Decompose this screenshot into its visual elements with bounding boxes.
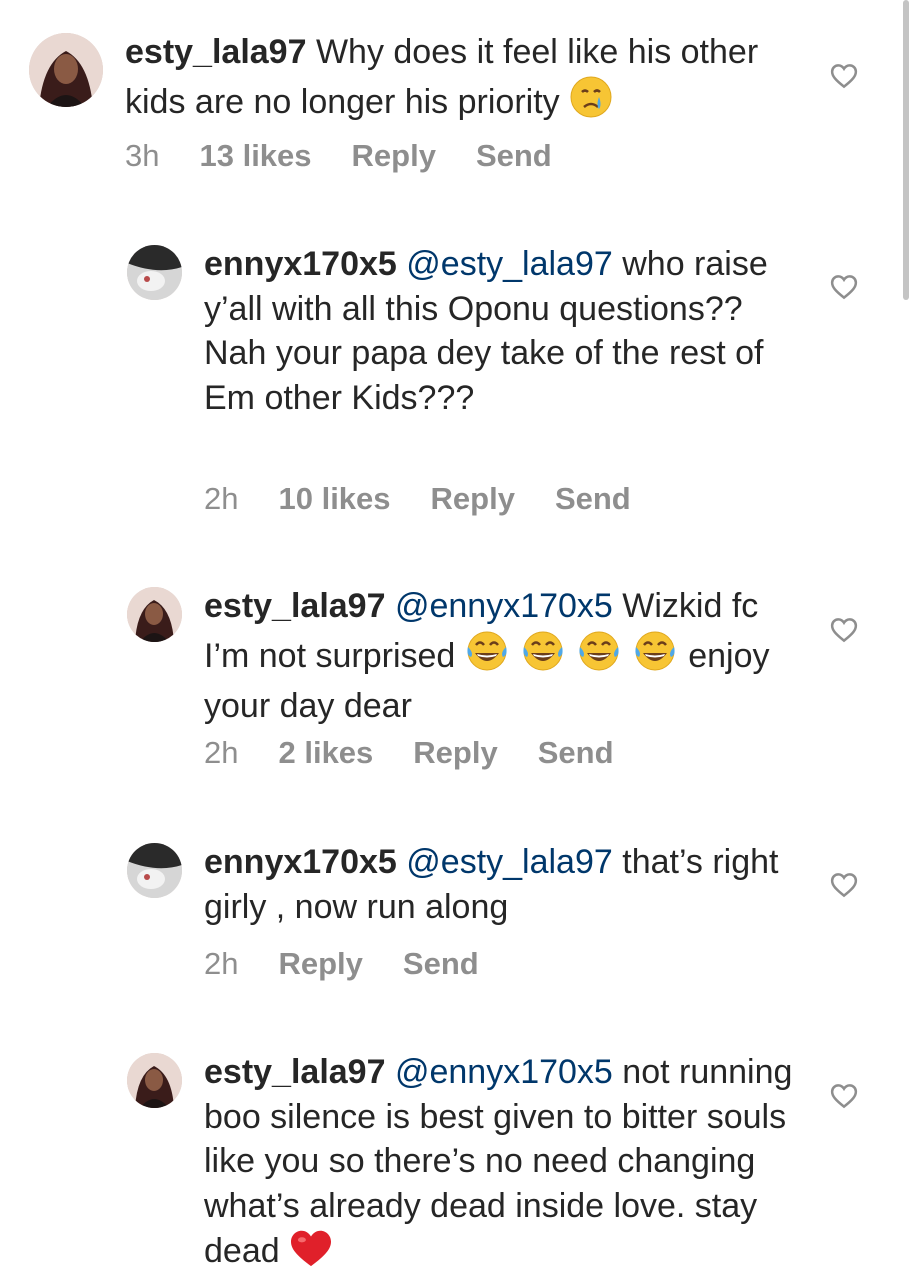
likes-count[interactable]: 10 likes: [278, 481, 390, 517]
reply-button[interactable]: Reply: [278, 946, 362, 982]
avatar[interactable]: [127, 587, 182, 642]
likes-count[interactable]: 2 likes: [278, 735, 373, 771]
comment-username[interactable]: esty_lala97: [204, 587, 386, 625]
send-button[interactable]: Send: [538, 735, 614, 771]
reply-button[interactable]: Reply: [431, 481, 515, 517]
tears-of-joy-icon: [465, 629, 679, 685]
mention-link[interactable]: @ennyx170x5: [395, 1053, 613, 1091]
reply-button[interactable]: Reply: [352, 138, 436, 174]
comment-username[interactable]: ennyx170x5: [204, 245, 397, 283]
like-heart-icon[interactable]: [829, 870, 859, 900]
like-heart-icon[interactable]: [829, 615, 859, 645]
send-button[interactable]: Send: [476, 138, 552, 174]
comment-username[interactable]: esty_lala97: [204, 1053, 386, 1091]
mention-link[interactable]: @ennyx170x5: [395, 587, 613, 625]
comment-username[interactable]: ennyx170x5: [204, 843, 397, 881]
like-heart-icon[interactable]: [829, 61, 859, 91]
scrollbar[interactable]: [903, 0, 909, 300]
send-button[interactable]: Send: [403, 946, 479, 982]
comment-time: 2h: [204, 481, 239, 516]
likes-count[interactable]: 13 likes: [199, 138, 311, 174]
comment-time: 2h: [204, 735, 239, 770]
comment-time: 3h: [125, 138, 160, 173]
avatar[interactable]: [127, 1053, 182, 1108]
comment-username[interactable]: esty_lala97: [125, 33, 307, 71]
mention-link[interactable]: @esty_lala97: [406, 843, 613, 881]
mention-link[interactable]: @esty_lala97: [406, 245, 613, 283]
like-heart-icon[interactable]: [829, 1081, 859, 1111]
like-heart-icon[interactable]: [829, 272, 859, 302]
comment-time: 2h: [204, 946, 239, 981]
crying-face-icon: [569, 75, 613, 131]
avatar[interactable]: [29, 33, 103, 107]
reply-button[interactable]: Reply: [413, 735, 497, 771]
avatar[interactable]: [127, 245, 182, 300]
red-heart-icon: [289, 1228, 333, 1280]
avatar[interactable]: [127, 843, 182, 898]
send-button[interactable]: Send: [555, 481, 631, 517]
